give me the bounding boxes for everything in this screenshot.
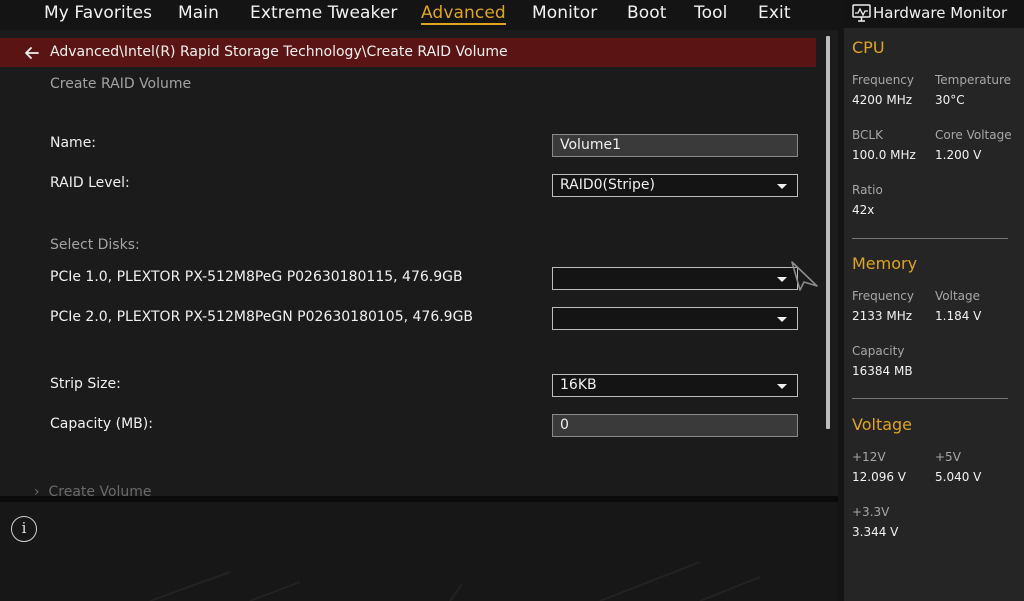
tab-my-favorites[interactable]: My Favorites xyxy=(44,3,152,23)
disk2-label: PCIe 2.0, PLEXTOR PX-512M8PeGN P02630180… xyxy=(50,309,474,325)
settings-panel: Advanced\Intel(R) Rapid Storage Technolo… xyxy=(0,30,838,496)
tab-advanced[interactable]: Advanced xyxy=(421,3,506,25)
memory-frequency-value: 2133 MHz xyxy=(852,309,913,323)
name-field[interactable]: Volume1 xyxy=(552,134,798,157)
ratio-label: Ratio xyxy=(852,183,883,197)
select-disks-label: Select Disks: xyxy=(50,237,140,253)
hardware-monitor-panel: Hardware Monitor CPU Frequency 4200 MHz … xyxy=(844,0,1024,601)
create-volume-label: Create Volume xyxy=(48,484,152,496)
top-nav: My Favorites Main Extreme Tweaker Advanc… xyxy=(0,0,838,30)
breadcrumb-path: Advanced\Intel(R) Rapid Storage Technolo… xyxy=(50,44,508,60)
v33-value: 3.344 V xyxy=(852,525,899,539)
page-subtitle: Create RAID Volume xyxy=(50,76,192,92)
ratio-value: 42x xyxy=(852,203,875,217)
memory-capacity-label: Capacity xyxy=(852,344,905,358)
memory-capacity-value: 16384 MB xyxy=(852,364,913,378)
v12-value: 12.096 V xyxy=(852,470,907,484)
strip-size-value: 16KB xyxy=(560,377,597,393)
name-label: Name: xyxy=(50,135,97,151)
memory-voltage-label: Voltage xyxy=(935,289,981,303)
tab-extreme-tweaker[interactable]: Extreme Tweaker xyxy=(250,3,398,23)
chevron-down-icon xyxy=(777,317,787,322)
scrollbar[interactable] xyxy=(826,36,830,429)
tab-exit[interactable]: Exit xyxy=(758,3,791,23)
monitor-icon xyxy=(852,4,871,22)
memory-frequency-label: Frequency xyxy=(852,289,914,303)
hardware-monitor-header: Hardware Monitor xyxy=(844,0,1024,28)
strip-size-label: Strip Size: xyxy=(50,376,121,392)
create-volume-item[interactable]: › Create Volume xyxy=(34,484,152,496)
v12-label: +12V xyxy=(852,450,886,464)
v5-label: +5V xyxy=(935,450,961,464)
cpu-frequency-label: Frequency xyxy=(852,73,914,87)
v5-value: 5.040 V xyxy=(935,470,982,484)
disk1-select[interactable] xyxy=(552,267,798,290)
raid-level-select[interactable]: RAID0(Stripe) xyxy=(552,174,798,197)
memory-section-title: Memory xyxy=(852,254,918,273)
bclk-value: 100.0 MHz xyxy=(852,148,916,162)
cpu-temperature-value: 30°C xyxy=(935,93,965,107)
cpu-temperature-label: Temperature xyxy=(935,73,1012,87)
capacity-field[interactable]: 0 xyxy=(552,414,798,437)
section-divider xyxy=(852,238,1008,239)
core-voltage-label: Core Voltage xyxy=(935,128,1012,142)
info-icon: i xyxy=(11,516,37,542)
hardware-monitor-title: Hardware Monitor xyxy=(873,4,1008,22)
tab-tool[interactable]: Tool xyxy=(694,3,727,23)
raid-level-label: RAID Level: xyxy=(50,175,130,191)
section-divider xyxy=(852,398,1008,399)
mouse-cursor-icon xyxy=(791,261,818,291)
tab-monitor[interactable]: Monitor xyxy=(532,3,597,23)
breadcrumb: Advanced\Intel(R) Rapid Storage Technolo… xyxy=(0,38,816,67)
chevron-down-icon xyxy=(777,384,787,389)
chevron-down-icon xyxy=(777,184,787,189)
core-voltage-value: 1.200 V xyxy=(935,148,982,162)
help-panel: i xyxy=(0,502,838,601)
disk1-label: PCIe 1.0, PLEXTOR PX-512M8PeG P026301801… xyxy=(50,269,463,285)
back-arrow-icon[interactable] xyxy=(22,43,42,63)
tab-main[interactable]: Main xyxy=(178,3,219,23)
memory-voltage-value: 1.184 V xyxy=(935,309,982,323)
raid-level-value: RAID0(Stripe) xyxy=(560,177,655,193)
background-decoration xyxy=(149,561,761,601)
voltage-section-title: Voltage xyxy=(852,415,913,434)
strip-size-select[interactable]: 16KB xyxy=(552,374,798,397)
cpu-section-title: CPU xyxy=(852,38,885,57)
v33-label: +3.3V xyxy=(852,505,890,519)
tab-boot[interactable]: Boot xyxy=(627,3,667,23)
capacity-label: Capacity (MB): xyxy=(50,416,153,432)
disk2-select[interactable] xyxy=(552,307,798,330)
chevron-down-icon xyxy=(777,277,787,282)
bclk-label: BCLK xyxy=(852,128,883,142)
cpu-frequency-value: 4200 MHz xyxy=(852,93,913,107)
